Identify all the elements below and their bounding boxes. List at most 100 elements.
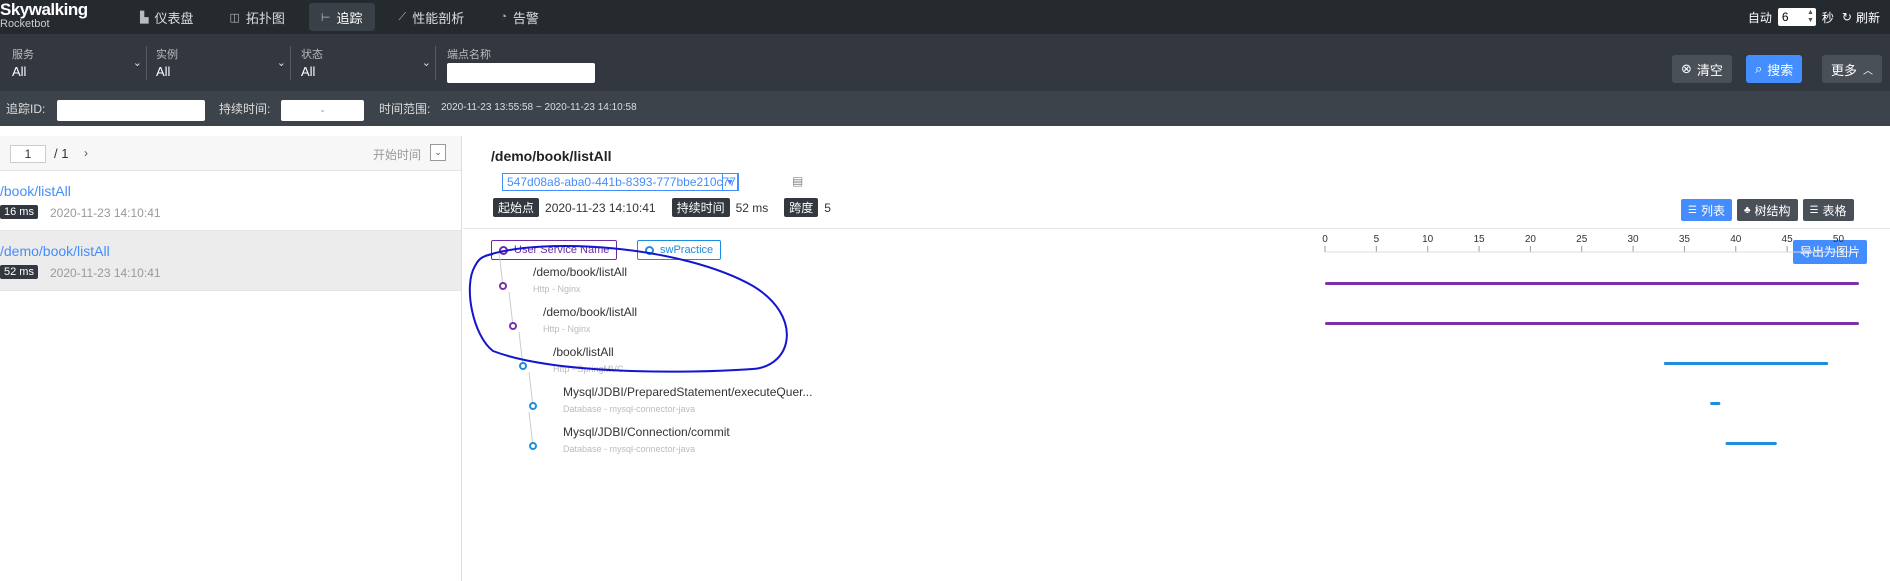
tick-label: 45 bbox=[1782, 234, 1794, 245]
span-node[interactable] bbox=[509, 322, 517, 330]
endpoint-label: 端点名称 bbox=[447, 49, 491, 61]
endpoint-input[interactable] bbox=[447, 63, 595, 83]
interval-input[interactable]: 6 ▲ ▼ bbox=[1777, 8, 1816, 26]
brand-sub: Rocketbot bbox=[0, 18, 50, 30]
span-component: Database - mysql-connector-java bbox=[563, 444, 695, 454]
filter-bar-secondary: 追踪ID: 持续时间: - 时间范围: 2020-11-23 13:55:58 … bbox=[0, 91, 1890, 126]
span-node[interactable] bbox=[519, 362, 527, 370]
trace-detail-pane: /demo/book/listAll 547d08a8-aba0-441b-83… bbox=[463, 136, 1890, 581]
tick-label: 50 bbox=[1833, 234, 1845, 245]
more-button[interactable]: 更多 ︿ bbox=[1822, 55, 1883, 83]
tree-connector bbox=[528, 371, 534, 407]
service-label: 服务 bbox=[12, 49, 34, 61]
span-bar[interactable] bbox=[1710, 402, 1721, 405]
more-label: 更多 bbox=[1831, 62, 1858, 78]
span-name[interactable]: /book/listAll bbox=[553, 345, 614, 359]
tick-label: 0 bbox=[1322, 234, 1328, 245]
instance-select[interactable]: 实例 All ⌄ bbox=[156, 46, 286, 84]
tick-label: 20 bbox=[1525, 234, 1537, 245]
status-select[interactable]: 状态 All ⌄ bbox=[301, 46, 431, 84]
nav-profile-label: 性能剖析 bbox=[412, 10, 465, 26]
trace-id-input[interactable] bbox=[57, 100, 205, 121]
span-name[interactable]: Mysql/JDBI/PreparedStatement/executeQuer… bbox=[563, 385, 812, 399]
chevron-down-icon: ⌄ bbox=[276, 57, 286, 69]
page-input[interactable]: 1 bbox=[10, 145, 46, 163]
search-label: 搜索 bbox=[1767, 62, 1794, 78]
span-component: Database - mysql-connector-java bbox=[563, 404, 695, 414]
search-button[interactable]: ⌕ 搜索 bbox=[1746, 55, 1803, 83]
status-label: 状态 bbox=[301, 49, 323, 61]
nav-topology[interactable]: ◫ 拓扑图 bbox=[217, 3, 296, 31]
trace-name[interactable]: /book/listAll bbox=[0, 183, 71, 199]
instance-value: All bbox=[156, 64, 171, 79]
trace-list-pane: 1 / 1 › 开始时间 ⌄ /book/listAll 16 ms 2020-… bbox=[0, 136, 462, 581]
refresh-button[interactable]: 刷新 bbox=[1856, 9, 1880, 26]
chevron-down-icon: ⌄ bbox=[421, 57, 431, 69]
tree-connector bbox=[498, 251, 504, 287]
tree-connector bbox=[518, 331, 524, 367]
auto-refresh: 自动 6 ▲ ▼ 秒 ↻ 刷新 bbox=[1748, 0, 1880, 34]
time-range-value[interactable]: 2020-11-23 13:55:58 ~ 2020-11-23 14:10:5… bbox=[441, 102, 637, 113]
unit-label: 秒 bbox=[1821, 10, 1834, 25]
tick-label: 5 bbox=[1374, 234, 1380, 245]
filter-bar: 服务 All ⌄ 实例 All ⌄ 状态 All ⌄ 端点名称 ⊗ 清空 ⌕ 搜索 … bbox=[0, 34, 1890, 91]
span-bar[interactable] bbox=[1325, 322, 1859, 325]
duration-badge: 52 ms bbox=[0, 265, 38, 279]
nav-alarm-label: 告警 bbox=[512, 10, 539, 26]
span-component: Http - Nginx bbox=[543, 324, 591, 334]
chevron-right-icon[interactable]: › bbox=[84, 146, 88, 160]
profile-icon: ⟋ bbox=[398, 10, 407, 23]
nav-alarm[interactable]: ◔ 告警 bbox=[488, 3, 551, 31]
span-bar[interactable] bbox=[1325, 282, 1859, 285]
chevron-up-icon: ︿ bbox=[1863, 65, 1874, 77]
divider bbox=[146, 46, 147, 80]
duration-badge: 16 ms bbox=[0, 205, 38, 219]
sort-label: 开始时间 bbox=[373, 148, 422, 162]
nav-profile[interactable]: ⟋ 性能剖析 bbox=[387, 3, 477, 31]
tree-connector bbox=[528, 411, 534, 447]
tick-label: 30 bbox=[1628, 234, 1640, 245]
tick-label: 15 bbox=[1473, 234, 1485, 245]
interval-value: 6 bbox=[1781, 10, 1789, 24]
trace-time: 2020-11-23 14:10:41 bbox=[50, 266, 161, 280]
span-bar[interactable] bbox=[1663, 362, 1829, 365]
divider bbox=[435, 46, 436, 80]
tick-label: 10 bbox=[1422, 234, 1434, 245]
trace-icon: ⊢ bbox=[320, 11, 331, 24]
span-name[interactable]: Mysql/JDBI/Connection/commit bbox=[563, 425, 730, 439]
duration-input[interactable]: - bbox=[281, 100, 364, 121]
timeline-chart: 0 5 10 15 20 25 30 35 40 45 50/demo/book/listAll Ht… bbox=[468, 234, 1859, 454]
trace-list-item[interactable]: /demo/book/listAll 52 ms 2020-11-23 14:1… bbox=[0, 231, 461, 291]
tick-label: 40 bbox=[1730, 234, 1742, 245]
nav-dashboard[interactable]: ▙ 仪表盘 bbox=[128, 3, 205, 31]
stepper-icon[interactable]: ▲ ▼ bbox=[1807, 9, 1814, 25]
trace-list-item[interactable]: /book/listAll 16 ms 2020-11-23 14:10:41 bbox=[0, 171, 461, 231]
top-navbar: Skywalking Rocketbot ▙ 仪表盘 ◫ 拓扑图 ⊢ 追踪 ⟋ 性能剖析… bbox=[0, 0, 1890, 34]
span-name[interactable]: /demo/book/listAll bbox=[533, 265, 627, 279]
nav-trace[interactable]: ⊢ 追踪 bbox=[308, 3, 375, 31]
divider bbox=[290, 46, 291, 80]
search-icon: ⌕ bbox=[1755, 61, 1763, 76]
span-node[interactable] bbox=[499, 282, 507, 290]
chevron-down-icon: ⌄ bbox=[132, 57, 142, 69]
alarm-icon: ◔ bbox=[500, 11, 507, 23]
span-node[interactable] bbox=[529, 442, 537, 450]
service-select[interactable]: 服务 All ⌄ bbox=[12, 46, 142, 84]
close-circle-icon: ⊗ bbox=[1681, 61, 1692, 76]
logo[interactable]: Skywalking Rocketbot bbox=[0, 1, 88, 31]
clear-label: 清空 bbox=[1696, 62, 1723, 78]
topology-icon: ◫ bbox=[229, 11, 240, 24]
auto-label[interactable]: 自动 bbox=[1748, 9, 1772, 26]
span-name[interactable]: /demo/book/listAll bbox=[543, 305, 637, 319]
dashboard-icon: ▙ bbox=[140, 11, 149, 24]
sort-select[interactable]: ⌄ bbox=[430, 144, 446, 161]
span-bar[interactable] bbox=[1725, 442, 1777, 445]
span-node[interactable] bbox=[529, 402, 537, 410]
brand-name: Skywalking bbox=[0, 0, 88, 19]
refresh-icon[interactable]: ↻ bbox=[1842, 10, 1852, 24]
service-value: All bbox=[12, 64, 27, 79]
trace-name[interactable]: /demo/book/listAll bbox=[0, 243, 110, 259]
pagination: 1 / 1 › 开始时间 ⌄ bbox=[0, 136, 461, 171]
clear-button[interactable]: ⊗ 清空 bbox=[1672, 55, 1732, 83]
main-nav: ▙ 仪表盘 ◫ 拓扑图 ⊢ 追踪 ⟋ 性能剖析 ◔ 告警 bbox=[128, 0, 563, 34]
